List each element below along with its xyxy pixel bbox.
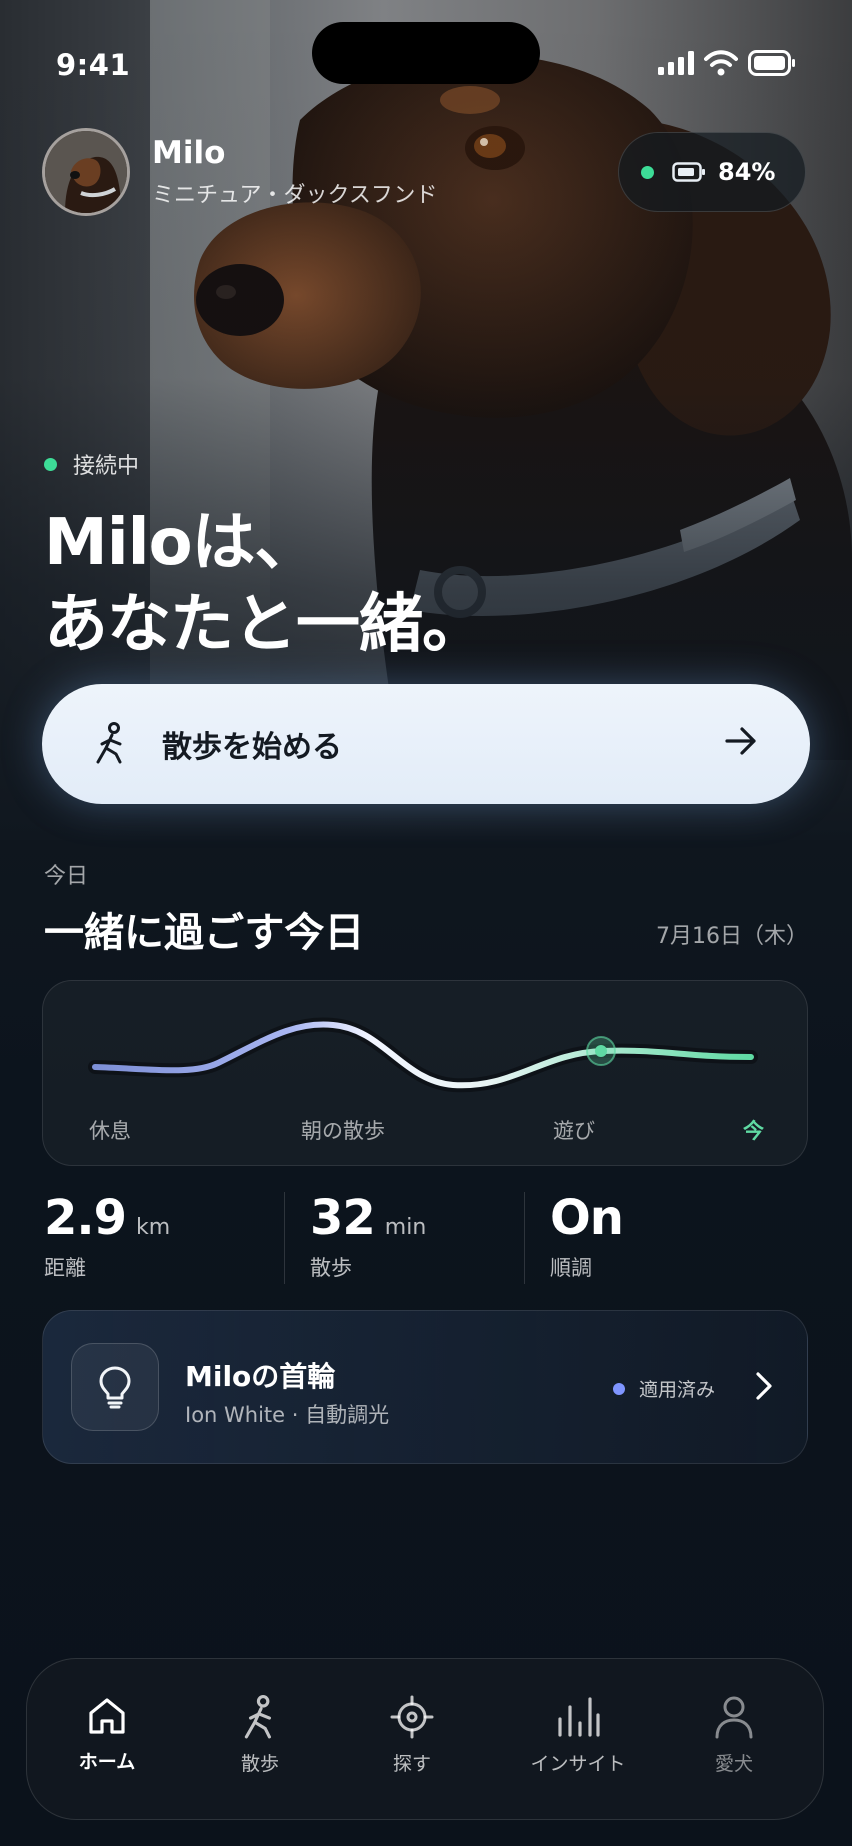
chevron-right-icon — [756, 1372, 772, 1400]
profile-name: Milo — [152, 135, 226, 171]
timeline-label-play: 遊び — [553, 1119, 595, 1143]
stat-condition-label: 順調 — [550, 1256, 592, 1280]
tab-bar: ホーム 散歩 探す インサイト 愛犬 — [26, 1658, 824, 1820]
tab-locate[interactable]: 探す — [342, 1695, 482, 1795]
collar-light-tile — [71, 1343, 159, 1431]
collar-title: Miloの首輪 — [185, 1360, 336, 1393]
tab-profile[interactable]: 愛犬 — [664, 1695, 804, 1795]
avatar[interactable] — [42, 128, 130, 216]
walk-icon — [244, 1695, 271, 1739]
tab-walk[interactable]: 散歩 — [190, 1695, 330, 1795]
today-title: 一緒に過ごす今日 — [44, 910, 365, 956]
battery-icon — [672, 162, 705, 182]
collar-status-label: 適用済み — [639, 1379, 716, 1401]
stat-distance: 2.9 km 距離 — [44, 1190, 170, 1282]
today-kicker: 今日 — [44, 864, 89, 889]
start-walk-label: 散歩を始める — [162, 730, 342, 765]
tab-profile-label: 愛犬 — [714, 1753, 753, 1775]
connected-dot — [641, 165, 654, 179]
stat-distance-value: 2.9 — [44, 1190, 127, 1246]
insights-icon — [558, 1697, 600, 1737]
collar-card[interactable]: Miloの首輪 Ion White · 自動調光 適用済み — [42, 1310, 808, 1464]
locate-icon — [390, 1695, 434, 1739]
stats-row: 2.9 km 距離 32 min 散歩 On 順調 — [0, 1190, 852, 1290]
timeline-label-rest: 休息 — [89, 1119, 131, 1143]
stat-walk-unit: min — [384, 1215, 427, 1240]
collar-battery-pill[interactable]: 84% — [618, 132, 806, 212]
headline-line-1: Miloは、 — [44, 506, 319, 580]
headline: Miloは、 あなたと一緒。 — [44, 502, 486, 666]
battery-status-icon — [748, 50, 795, 76]
dynamic-island — [312, 22, 540, 84]
lightbulb-icon — [99, 1366, 131, 1409]
today-date: 7月16日（木） — [656, 924, 808, 949]
connection-status: 接続中 — [44, 448, 139, 480]
stat-walk: 32 min 散歩 — [310, 1190, 426, 1282]
applied-dot — [613, 1382, 625, 1395]
collar-subtitle: Ion White · 自動調光 — [185, 1403, 390, 1427]
home-screen: 9:41 Milo ミニチュア・ダックスフンド 84% 接続中 Miloは、 あ… — [0, 0, 852, 1846]
arrow-right-icon — [725, 727, 756, 755]
tab-insights[interactable]: インサイト — [493, 1695, 663, 1795]
walking-person-icon — [96, 722, 122, 764]
activity-timeline-card[interactable]: 休息 朝の散歩 遊び 今 — [42, 980, 808, 1166]
tab-walk-label: 散歩 — [240, 1753, 279, 1775]
stat-condition-value: On — [550, 1190, 624, 1246]
home-icon — [89, 1698, 125, 1734]
tab-home-label: ホーム — [78, 1751, 136, 1773]
headline-line-2: あなたと一緒。 — [44, 588, 486, 662]
cellular-signal-icon — [658, 51, 694, 75]
stat-distance-label: 距離 — [44, 1256, 86, 1280]
collar-status: 適用済み — [613, 1375, 715, 1402]
dog-profile[interactable]: Milo ミニチュア・ダックスフンド — [42, 128, 437, 216]
activity-wave — [88, 1017, 758, 1093]
wifi-icon — [704, 50, 738, 76]
tab-locate-label: 探す — [392, 1753, 431, 1775]
battery-percent: 84% — [718, 158, 776, 186]
profile-icon — [715, 1696, 753, 1739]
stat-walk-label: 散歩 — [310, 1256, 352, 1280]
stat-divider — [284, 1192, 285, 1284]
status-bar: 9:41 — [0, 0, 852, 120]
connection-dot — [44, 457, 57, 471]
stat-distance-unit: km — [136, 1215, 171, 1240]
connection-label: 接続中 — [73, 454, 140, 479]
stat-walk-value: 32 — [310, 1190, 376, 1246]
stat-condition: On 順調 — [550, 1190, 624, 1282]
status-time: 9:41 — [56, 48, 131, 82]
profile-breed: ミニチュア・ダックスフンド — [152, 183, 438, 208]
tab-home[interactable]: ホーム — [37, 1695, 177, 1795]
status-icons — [658, 50, 796, 76]
tab-insights-label: インサイト — [530, 1753, 626, 1775]
start-walk-button[interactable]: 散歩を始める — [42, 684, 810, 804]
timeline-label-now: 今 — [743, 1119, 764, 1143]
stat-divider — [524, 1192, 525, 1284]
timeline-label-morning-walk: 朝の散歩 — [301, 1119, 385, 1143]
